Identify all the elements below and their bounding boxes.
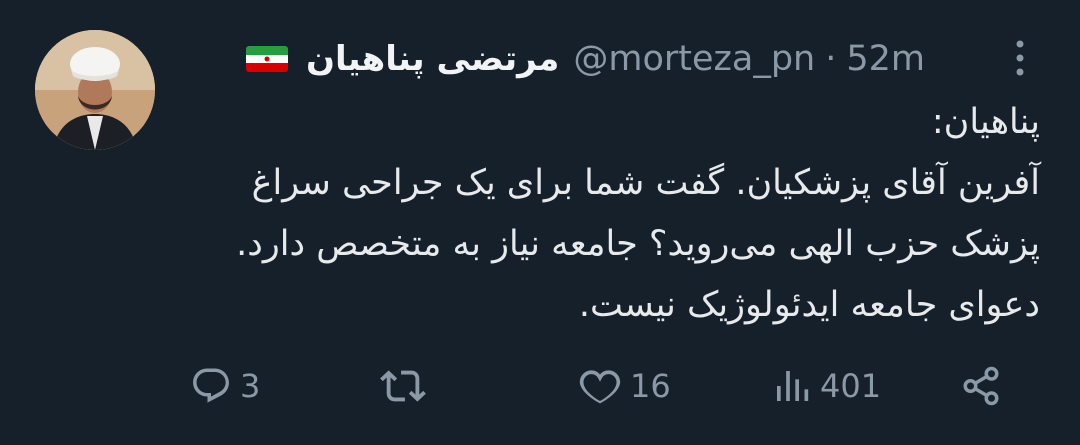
avatar[interactable] — [35, 30, 155, 150]
view-count: 401 — [820, 367, 882, 405]
tweet-card[interactable]: مرتضی پناهیان @morteza_pn · 52m پناهیان:… — [0, 0, 1080, 445]
avatar-image — [35, 30, 155, 150]
tweet-text: پناهیان: آفرین آقای پزشکیان. گفت شما برا… — [236, 102, 1040, 325]
display-name[interactable]: مرتضی پناهیان — [306, 39, 559, 79]
timestamp[interactable]: 52m — [846, 39, 925, 79]
retweet-button[interactable] — [380, 356, 434, 416]
iran-flag-icon — [245, 46, 288, 72]
share-button[interactable] — [960, 356, 1002, 416]
views-chart-icon — [777, 371, 809, 401]
heart-icon — [579, 370, 621, 404]
more-options-icon[interactable] — [1008, 36, 1032, 86]
views-button[interactable]: 401 — [772, 356, 881, 416]
user-handle[interactable]: @morteza_pn — [573, 39, 815, 79]
reply-count: 3 — [240, 367, 261, 405]
reply-button[interactable]: 3 — [190, 356, 260, 416]
retweet-icon — [380, 370, 426, 402]
like-count: 16 — [630, 367, 671, 405]
separator-dot: · — [825, 39, 837, 79]
like-button[interactable]: 16 — [578, 356, 671, 416]
share-icon — [963, 366, 999, 406]
action-bar: 3 16 401 — [0, 356, 1080, 416]
tweet-header: مرتضی پناهیان @morteza_pn · 52m — [245, 33, 925, 85]
reply-icon — [193, 368, 229, 403]
